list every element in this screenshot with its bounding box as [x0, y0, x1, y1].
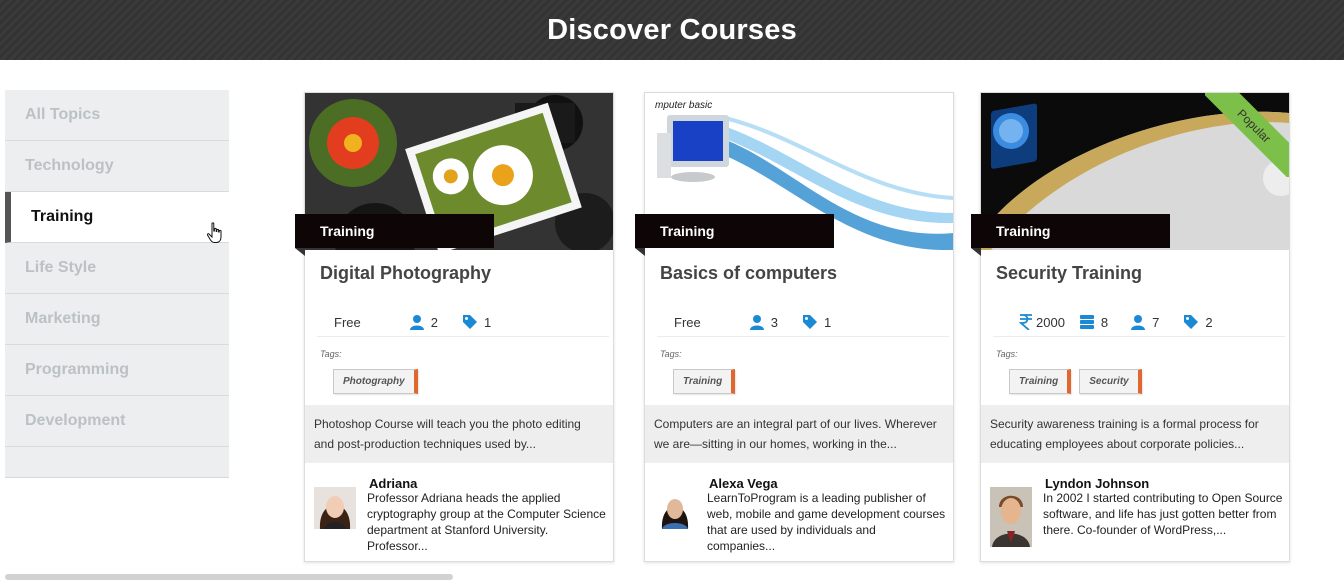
course-description: Computers are an integral part of our li… — [645, 405, 953, 463]
course-description: Security awareness training is a formal … — [981, 405, 1289, 463]
divider — [657, 336, 949, 337]
sidebar-item-development[interactable]: Development — [5, 396, 229, 447]
sidebar-item-life-style[interactable]: Life Style — [5, 243, 229, 294]
students-count: 7 — [1152, 314, 1160, 330]
stack-icon — [1079, 315, 1094, 329]
price-value: 2000 — [1036, 314, 1065, 330]
tag-list: Training — [673, 369, 736, 394]
price-value: Free — [334, 314, 361, 330]
lessons-stat: 8 — [1079, 314, 1108, 330]
category-ribbon: Training — [635, 214, 834, 248]
author-block: Alexa Vega LearnToProgram is a leading p… — [645, 473, 953, 561]
course-title[interactable]: Digital Photography — [320, 263, 491, 284]
category-ribbon: Training — [971, 214, 1170, 248]
divider — [317, 336, 609, 337]
tags-label: Tags: — [320, 349, 342, 359]
price-stat: Free — [674, 315, 701, 330]
sidebar-item-label: Life Style — [25, 259, 97, 276]
sidebar-item-label: Programming — [25, 361, 130, 378]
sidebar-item-label: Development — [25, 412, 126, 429]
tag-chip[interactable]: Photography — [333, 369, 418, 394]
ribbon-fold — [971, 248, 981, 256]
author-block: Lyndon Johnson In 2002 I started contrib… — [981, 473, 1289, 561]
tags-stat: 1 — [462, 314, 491, 330]
image-caption: mputer basic — [655, 100, 713, 111]
tags-count: 1 — [483, 314, 492, 330]
tag-icon — [1184, 315, 1199, 329]
page-title: Discover Courses — [547, 13, 797, 46]
tag-list: Photography — [333, 369, 418, 394]
tags-label: Tags: — [996, 349, 1018, 359]
course-card[interactable]: mputer basic Training Basics of computer… — [635, 92, 954, 562]
sidebar-item-training[interactable]: Training — [5, 192, 229, 243]
author-name[interactable]: Adriana — [369, 476, 417, 491]
category-ribbon: Training — [295, 214, 494, 248]
user-icon — [1131, 315, 1146, 330]
ribbon-fold — [635, 248, 645, 256]
tags-stat: 1 — [802, 314, 831, 330]
user-icon — [409, 315, 424, 330]
course-card[interactable]: Training Digital Photography Free 2 1 Ta… — [295, 92, 614, 562]
popular-label: Popular — [1205, 93, 1289, 177]
students-count: 2 — [430, 314, 438, 330]
horizontal-scrollbar[interactable] — [5, 574, 453, 580]
sidebar-item-label: All Topics — [25, 106, 101, 123]
course-title[interactable]: Security Training — [996, 263, 1142, 284]
sidebar-item-programming[interactable]: Programming — [5, 345, 229, 396]
tag-chip[interactable]: Training — [673, 369, 736, 394]
avatar[interactable] — [314, 487, 356, 529]
tag-chip[interactable]: Training — [1009, 369, 1072, 394]
author-bio: In 2002 I started contributing to Open S… — [1043, 491, 1283, 537]
lessons-count: 8 — [1100, 314, 1109, 330]
avatar[interactable] — [654, 487, 696, 529]
author-bio: Professor Adriana heads the applied cryp… — [367, 491, 606, 553]
author-block: Adriana Professor Adriana heads the appl… — [305, 473, 613, 561]
user-icon — [749, 315, 764, 330]
sidebar-item-label: Technology — [25, 157, 114, 174]
popular-badge: Popular — [1205, 93, 1289, 177]
tag-list: Training Security — [1009, 369, 1142, 394]
course-title[interactable]: Basics of computers — [660, 263, 837, 284]
students-stat: 7 — [1130, 314, 1159, 330]
students-stat: 3 — [749, 314, 778, 330]
price-stat: 2000 — [1019, 314, 1065, 330]
page-header: Discover Courses — [0, 0, 1344, 60]
sidebar-item-label: Marketing — [25, 310, 101, 327]
students-count: 3 — [770, 314, 778, 330]
price-value: Free — [674, 314, 701, 330]
sidebar-item-all-topics[interactable]: All Topics — [5, 90, 229, 141]
topics-sidebar: All Topics Technology Training Life Styl… — [5, 90, 229, 478]
ribbon-fold — [295, 248, 305, 256]
sidebar-item-marketing[interactable]: Marketing — [5, 294, 229, 345]
tags-count: 2 — [1205, 314, 1213, 330]
author-name[interactable]: Lyndon Johnson — [1045, 476, 1149, 491]
course-stats: Free 2 1 — [305, 308, 613, 336]
course-description: Photoshop Course will teach you the phot… — [305, 405, 613, 463]
avatar[interactable] — [990, 487, 1032, 547]
divider — [993, 336, 1285, 337]
author-bio: LearnToProgram is a leading publisher of… — [707, 491, 946, 553]
tags-count: 1 — [823, 314, 832, 330]
tag-icon — [462, 315, 477, 329]
course-stats: Free 3 1 — [645, 308, 953, 336]
rupee-icon — [1019, 314, 1032, 330]
students-stat: 2 — [409, 314, 438, 330]
hand-cursor-icon — [206, 222, 222, 243]
course-card[interactable]: Popular Training Security Training 2000 … — [971, 92, 1290, 562]
tags-label: Tags: — [660, 349, 682, 359]
author-name[interactable]: Alexa Vega — [709, 476, 778, 491]
tag-chip[interactable]: Security — [1079, 369, 1142, 394]
sidebar-item-label: Training — [31, 208, 94, 225]
price-stat: Free — [334, 315, 361, 330]
tag-icon — [802, 315, 817, 329]
sidebar-item-technology[interactable]: Technology — [5, 141, 229, 192]
tags-stat: 2 — [1183, 314, 1213, 330]
course-stats: 2000 8 7 2 — [981, 308, 1289, 336]
